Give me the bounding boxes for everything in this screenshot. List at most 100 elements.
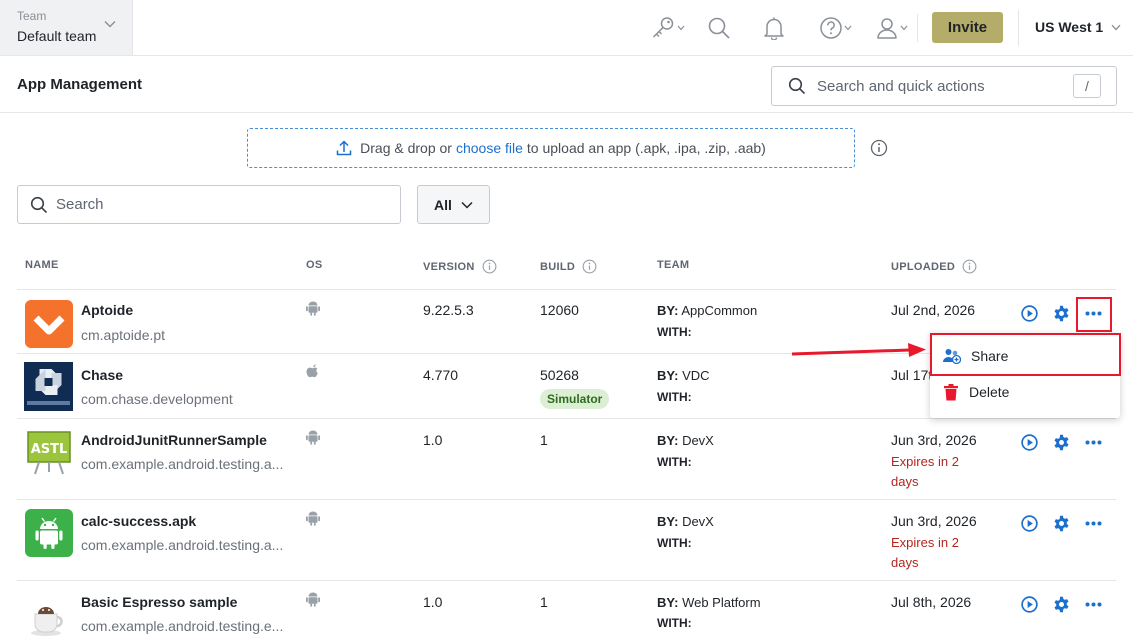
more-options-button[interactable] [1084,514,1103,533]
more-horizontal-icon [1085,311,1102,316]
app-build: 1 [540,432,548,448]
app-name[interactable]: AndroidJunitRunnerSample [81,432,267,448]
column-header-team[interactable]: TEAM [657,259,689,271]
settings-button[interactable] [1052,433,1071,452]
team-by: BY: Web Platform [657,595,761,610]
team-with: WITH: [657,536,692,550]
trash-icon [944,383,958,400]
android-icon [306,430,320,445]
app-package: com.chase.development [81,391,233,407]
play-circle-icon [1021,515,1038,532]
app-name[interactable]: Chase [81,367,123,383]
team-by: BY: VDC [657,368,710,383]
gear-icon [1054,596,1069,613]
team-selector[interactable]: Team Default team [0,0,133,55]
info-icon[interactable] [962,259,977,274]
help-icon [820,17,842,39]
column-header-name[interactable]: NAME [25,259,59,271]
info-icon[interactable] [870,139,888,157]
search-icon [708,17,730,39]
app-build: 1 [540,594,548,610]
info-icon[interactable] [482,259,497,274]
app-name[interactable]: Basic Espresso sample [81,594,237,610]
uploaded-date: Jul 2nd, 2026 [891,302,976,318]
expiry-warning: Expires in 2 days [891,454,959,489]
launch-button[interactable] [1020,514,1039,533]
search-icon [30,196,48,213]
settings-button[interactable] [1052,595,1071,614]
upload-text-before: Drag & drop or [360,140,452,156]
gear-icon [1054,515,1069,532]
share-users-icon [943,349,961,364]
team-by: BY: DevX [657,514,714,529]
notifications-button[interactable] [763,14,785,42]
help-menu[interactable] [819,14,852,42]
share-label: Share [971,348,1009,364]
divider [1018,10,1019,46]
astl-logo-icon: ASTL [27,431,71,475]
app-package: cm.aptoide.pt [81,327,166,343]
app-name[interactable]: calc-success.apk [81,513,196,529]
quick-search-placeholder: Search and quick actions [817,77,985,95]
table-row[interactable]: ASTL AndroidJunitRunnerSample com.exampl… [17,419,1116,500]
launch-button[interactable] [1020,433,1039,452]
search-icon [788,77,806,95]
android-icon [306,301,320,316]
app-build: 12060 [540,302,579,318]
app-version: 1.0 [423,594,443,610]
upload-dropzone[interactable]: Drag & drop or choose file to upload an … [247,128,855,168]
user-icon [877,18,897,39]
region-selector[interactable]: US West 1 [1035,19,1121,35]
android-logo-icon [35,517,63,549]
app-icon-calc [25,509,73,557]
launch-button[interactable] [1020,595,1039,614]
column-header-uploaded[interactable]: UPLOADED [891,259,977,274]
uploaded-date: Jul 8th, 2026 [891,594,972,610]
delete-menu-item[interactable]: Delete [930,374,1120,410]
divider [917,14,918,42]
settings-button[interactable] [1052,514,1071,533]
more-horizontal-icon [1085,602,1102,607]
launch-button[interactable] [1020,304,1039,323]
more-options-button[interactable] [1084,595,1103,614]
app-package: com.example.android.testing.a... [81,456,284,472]
access-key-menu[interactable] [650,14,685,42]
apple-icon [306,364,318,378]
app-name[interactable]: Aptoide [81,302,133,318]
invite-button[interactable]: Invite [932,12,1003,43]
header-divider [0,112,1133,113]
expiry-warning: Expires in 2 days [891,535,959,570]
svg-text:ASTL: ASTL [31,442,68,457]
android-icon [306,511,320,526]
uploaded-date: Jun 3rd, 2026 [891,432,977,448]
app-search-input[interactable]: Search [17,185,401,224]
chase-logo-icon [24,362,73,411]
more-horizontal-icon [1085,521,1102,526]
global-search-button[interactable] [707,14,731,42]
chevron-down-icon [677,25,685,31]
app-icon-astl: ASTL [25,428,73,476]
region-label: US West 1 [1035,19,1104,35]
platform-filter-dropdown[interactable]: All [417,185,490,224]
chevron-down-icon [900,25,908,31]
settings-button[interactable] [1052,304,1071,323]
app-version: 4.770 [423,367,459,383]
key-icon [652,17,674,38]
column-header-version[interactable]: VERSION [423,259,497,274]
quick-actions-search[interactable]: Search and quick actions / [771,66,1117,106]
table-row[interactable]: calc-success.apk com.example.android.tes… [17,500,1116,581]
info-icon[interactable] [582,259,597,274]
column-header-build[interactable]: BUILD [540,259,597,274]
more-options-button[interactable] [1084,304,1103,323]
choose-file-link[interactable]: choose file [456,140,523,156]
column-header-os[interactable]: OS [306,259,323,271]
share-menu-item[interactable]: Share [930,338,1120,374]
upload-text-after: to upload an app (.apk, .ipa, .zip, .aab… [526,140,766,156]
row-context-menu: Share Delete [930,333,1120,418]
shortcut-key-badge: / [1073,74,1101,98]
app-version: 1.0 [423,432,443,448]
user-menu[interactable] [875,14,908,42]
more-options-button[interactable] [1084,433,1103,452]
arrow-annotation [791,343,926,357]
table-row[interactable]: Basic Espresso sample com.example.androi… [17,581,1116,640]
